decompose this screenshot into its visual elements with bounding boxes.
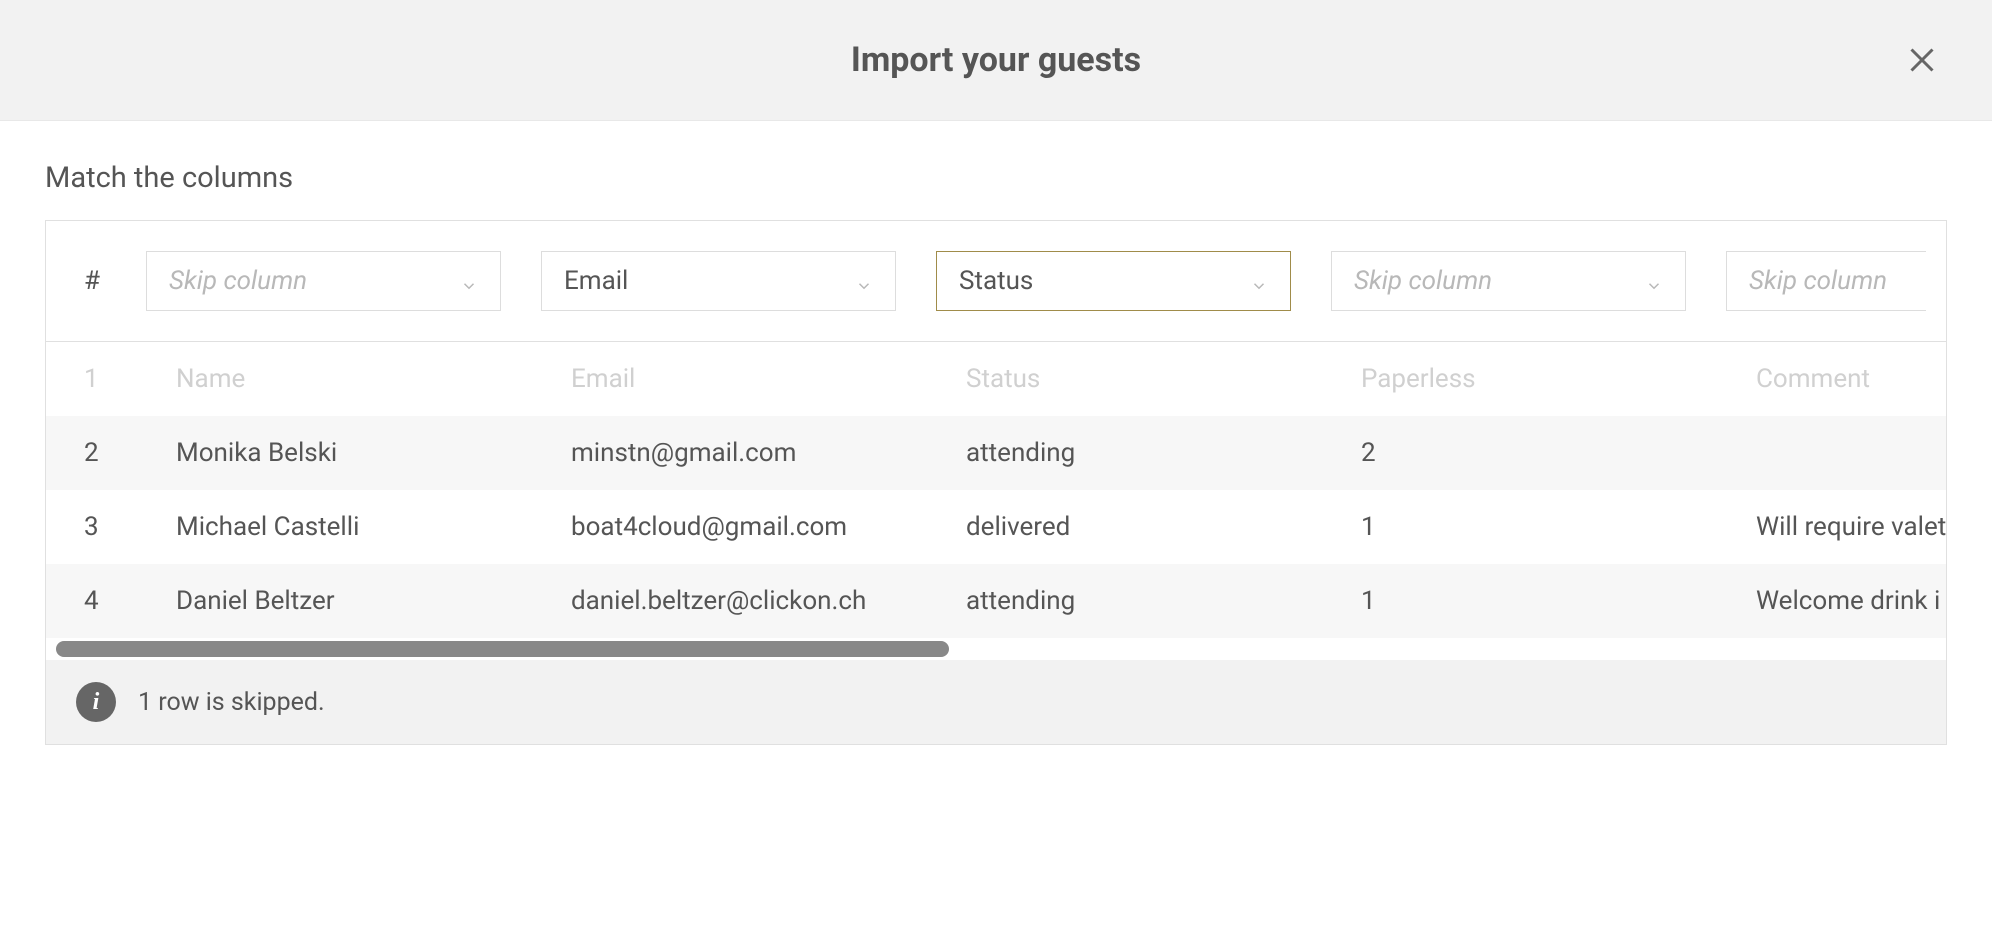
section-title: Match the columns	[45, 161, 1947, 195]
cell: delivered	[966, 512, 1321, 542]
row-index: 1	[66, 364, 136, 394]
column-select-2[interactable]: Email	[541, 251, 896, 311]
column-select-label: Email	[564, 266, 628, 296]
column-select-4[interactable]: Skip column	[1331, 251, 1686, 311]
column-select-3[interactable]: Status	[936, 251, 1291, 311]
cell: Welcome drink i	[1756, 586, 1940, 616]
row-index: 3	[66, 512, 136, 542]
scrollbar-thumb[interactable]	[56, 641, 949, 657]
chevron-down-icon	[1645, 272, 1663, 290]
column-select-label: Skip column	[1749, 266, 1887, 296]
header-cell: Comment	[1756, 364, 1870, 394]
cell: Will require valet	[1756, 512, 1946, 542]
info-bar: i 1 row is skipped.	[46, 660, 1946, 744]
header-cell: Name	[176, 364, 531, 394]
data-preview-rows: 1 Name Email Status Paperless Comment 2 …	[46, 342, 1946, 638]
chevron-down-icon	[855, 272, 873, 290]
cell: daniel.beltzer@clickon.ch	[571, 586, 926, 616]
header-cell: Status	[966, 364, 1321, 394]
index-column-header: #	[66, 266, 106, 296]
table-row: 3 Michael Castelli boat4cloud@gmail.com …	[46, 490, 1946, 564]
table-row: 2 Monika Belski minstn@gmail.com attendi…	[46, 416, 1946, 490]
table-row: 4 Daniel Beltzer daniel.beltzer@clickon.…	[46, 564, 1946, 638]
modal-content: Match the columns # Skip column Email	[0, 121, 1992, 745]
cell: Daniel Beltzer	[176, 586, 531, 616]
header-cell: Email	[571, 364, 926, 394]
row-index: 2	[66, 438, 136, 468]
chevron-down-icon	[460, 272, 478, 290]
cell: Michael Castelli	[176, 512, 531, 542]
close-icon	[1904, 42, 1940, 78]
cell: 2	[1361, 438, 1716, 468]
info-icon: i	[76, 682, 116, 722]
header-cell: Paperless	[1361, 364, 1716, 394]
column-matcher: # Skip column Email Stat	[45, 220, 1947, 745]
cell: boat4cloud@gmail.com	[571, 512, 926, 542]
column-selectors-row: # Skip column Email Stat	[46, 221, 1946, 342]
horizontal-scrollbar[interactable]	[46, 638, 1946, 660]
cell: attending	[966, 586, 1321, 616]
info-message: 1 row is skipped.	[138, 688, 325, 717]
column-select-label: Skip column	[1354, 266, 1492, 296]
cell: Monika Belski	[176, 438, 531, 468]
column-select-5[interactable]: Skip column	[1726, 251, 1926, 311]
cell: attending	[966, 438, 1321, 468]
column-select-label: Skip column	[169, 266, 307, 296]
cell: 1	[1361, 512, 1716, 542]
table-header-row: 1 Name Email Status Paperless Comment	[46, 342, 1946, 416]
column-select-label: Status	[959, 266, 1033, 296]
column-select-1[interactable]: Skip column	[146, 251, 501, 311]
close-button[interactable]	[1902, 40, 1942, 80]
cell: minstn@gmail.com	[571, 438, 926, 468]
chevron-down-icon	[1250, 272, 1268, 290]
modal-header: Import your guests	[0, 0, 1992, 121]
modal-title: Import your guests	[50, 40, 1942, 80]
cell: 1	[1361, 586, 1716, 616]
row-index: 4	[66, 586, 136, 616]
